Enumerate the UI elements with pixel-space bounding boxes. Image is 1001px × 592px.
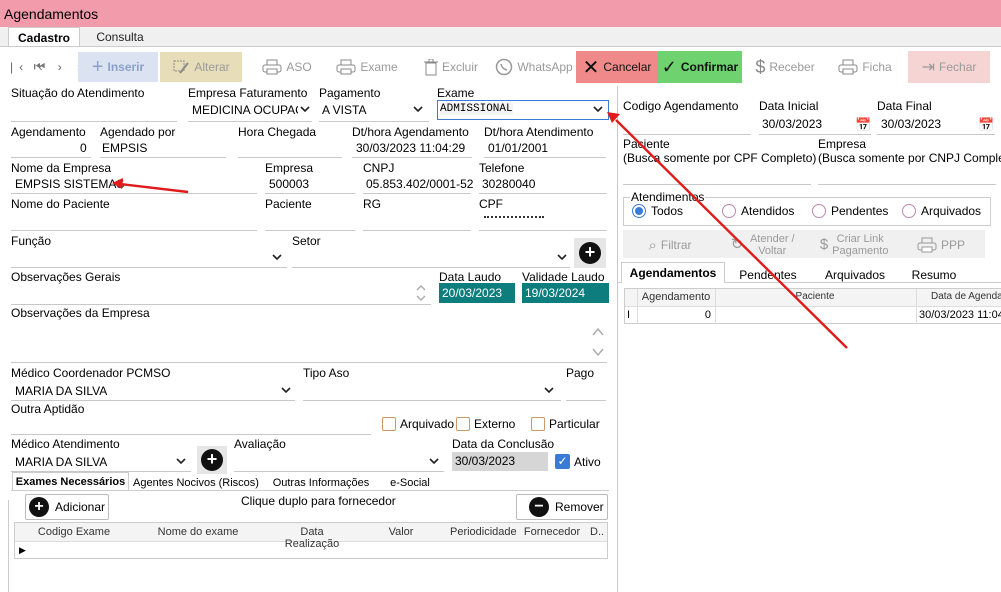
arrow-line-right	[615, 119, 848, 349]
arrow-line-left	[119, 182, 189, 194]
annotation-arrows	[112, 112, 848, 349]
arrow-head-left	[112, 178, 123, 189]
